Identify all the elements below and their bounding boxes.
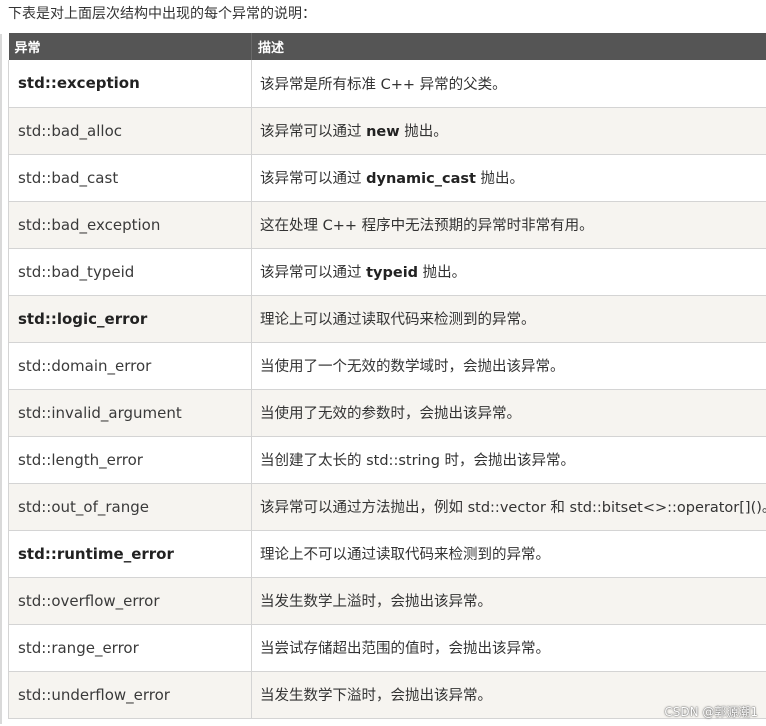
- table-row: std::length_error 当创建了太长的 std::string 时，会…: [8, 436, 766, 484]
- exception-name-cell: std::underflow_error: [8, 671, 252, 719]
- description-suffix: 抛出。: [475, 171, 525, 187]
- description-text: 理论上可以通过读取代码来检测到的异常。: [260, 312, 536, 328]
- description-cell: 理论上不可以通过读取代码来检测到的异常。: [251, 530, 766, 578]
- description-keyword: dynamic_cast: [366, 171, 476, 187]
- description-cell: 该异常可以通过 dynamic_cast 抛出。: [251, 154, 766, 202]
- exception-name-cell: std::logic_error: [8, 295, 252, 343]
- description-cell: 该异常可以通过 new 抛出。: [251, 107, 766, 155]
- table-row: std::bad_alloc 该异常可以通过 new 抛出。: [8, 107, 766, 155]
- exception-name-cell: std::invalid_argument: [8, 389, 252, 437]
- description-cell: 该异常可以通过方法抛出，例如 std::vector 和 std::bitset…: [251, 483, 766, 531]
- exception-name-cell: std::domain_error: [8, 342, 252, 390]
- table-row: std::bad_cast 该异常可以通过 dynamic_cast 抛出。: [8, 154, 766, 202]
- table-row: std::exception 该异常是所有标准 C++ 异常的父类。: [8, 60, 766, 108]
- description-text: 该异常可以通过: [260, 265, 367, 281]
- description-cell: 该异常可以通过 typeid 抛出。: [251, 248, 766, 296]
- description-suffix: 抛出。: [418, 265, 467, 281]
- description-cell: 当创建了太长的 std::string 时，会抛出该异常。: [251, 436, 766, 484]
- description-keyword: typeid: [366, 265, 419, 281]
- description-cell: 该异常是所有标准 C++ 异常的父类。: [251, 60, 766, 108]
- description-cell: 这在处理 C++ 程序中无法预期的异常时非常有用。: [251, 201, 766, 249]
- table-row: std::logic_error 理论上可以通过读取代码来检测到的异常。: [8, 295, 766, 343]
- description-text: 当使用了一个无效的数学域时，会抛出该异常。: [260, 359, 565, 375]
- exception-name-cell: std::overflow_error: [8, 577, 252, 625]
- table-row: std::underflow_error 当发生数学下溢时，会抛出该异常。: [8, 671, 766, 719]
- description-text: 该异常可以通过方法抛出，例如 std::vector 和 std::bitset…: [260, 500, 766, 516]
- description-text: 这在处理 C++ 程序中无法预期的异常时非常有用。: [260, 218, 594, 234]
- exception-name-cell: std::bad_cast: [8, 154, 252, 202]
- description-text: 该异常是所有标准 C++ 异常的父类。: [260, 76, 507, 93]
- table-body: std::exception 该异常是所有标准 C++ 异常的父类。std::ba…: [8, 60, 766, 719]
- description-cell: 理论上可以通过读取代码来检测到的异常。: [251, 295, 766, 343]
- header-description: 描述: [251, 33, 766, 60]
- table-row: std::bad_typeid 该异常可以通过 typeid 抛出。: [8, 248, 766, 296]
- description-text: 当尝试存储超出范围的值时，会抛出该异常。: [260, 641, 550, 657]
- description-text: 当创建了太长的 std::string 时，会抛出该异常。: [260, 453, 576, 469]
- description-cell: 当使用了无效的参数时，会抛出该异常。: [251, 389, 766, 437]
- left-border: [0, 34, 2, 724]
- description-text: 当发生数学下溢时，会抛出该异常。: [260, 688, 492, 704]
- description-cell: 当发生数学上溢时，会抛出该异常。: [251, 577, 766, 625]
- description-keyword: new: [366, 124, 400, 140]
- description-text: 该异常可以通过: [260, 171, 367, 187]
- exception-name-cell: std::runtime_error: [8, 530, 252, 578]
- exception-name-cell: std::exception: [8, 60, 252, 108]
- table-header-row: 异常 描述: [8, 33, 766, 60]
- description-text: 该异常可以通过: [260, 124, 367, 140]
- page: 下表是对上面层次结构中出现的每个异常的说明： 异常 描述 std::except…: [0, 0, 766, 726]
- exception-name-cell: std::bad_typeid: [8, 248, 252, 296]
- table-row: std::bad_exception 这在处理 C++ 程序中无法预期的异常时非常…: [8, 201, 766, 249]
- table-row: std::domain_error 当使用了一个无效的数学域时，会抛出该异常。: [8, 342, 766, 390]
- exception-name-cell: std::range_error: [8, 624, 252, 672]
- description-text: 当使用了无效的参数时，会抛出该异常。: [260, 406, 521, 422]
- exception-name-cell: std::out_of_range: [8, 483, 252, 531]
- header-exception: 异常: [8, 33, 252, 60]
- exception-name-cell: std::bad_exception: [8, 201, 252, 249]
- exception-table: 异常 描述 std::exception 该异常是所有标准 C++ 异常的父类。 s…: [8, 33, 766, 719]
- exception-name-cell: std::bad_alloc: [8, 107, 252, 155]
- description-text: 当发生数学上溢时，会抛出该异常。: [260, 594, 492, 610]
- table-row: std::range_error 当尝试存储超出范围的值时，会抛出该异常。: [8, 624, 766, 672]
- table-row: std::out_of_range 该异常可以通过方法抛出，例如 std::vec…: [8, 483, 766, 531]
- table-row: std::invalid_argument 当使用了无效的参数时，会抛出该异常。: [8, 389, 766, 437]
- csdn-watermark: CSDN @郭源潮1: [664, 705, 758, 719]
- table-row: std::overflow_error 当发生数学上溢时，会抛出该异常。: [8, 577, 766, 625]
- exception-name-cell: std::length_error: [8, 436, 252, 484]
- intro-text: 下表是对上面层次结构中出现的每个异常的说明：: [8, 6, 316, 22]
- description-suffix: 抛出。: [399, 124, 448, 140]
- table-row: std::runtime_error 理论上不可以通过读取代码来检测到的异常。: [8, 530, 766, 578]
- description-cell: 当使用了一个无效的数学域时，会抛出该异常。: [251, 342, 766, 390]
- description-text: 理论上不可以通过读取代码来检测到的异常。: [260, 547, 550, 563]
- description-cell: 当尝试存储超出范围的值时，会抛出该异常。: [251, 624, 766, 672]
